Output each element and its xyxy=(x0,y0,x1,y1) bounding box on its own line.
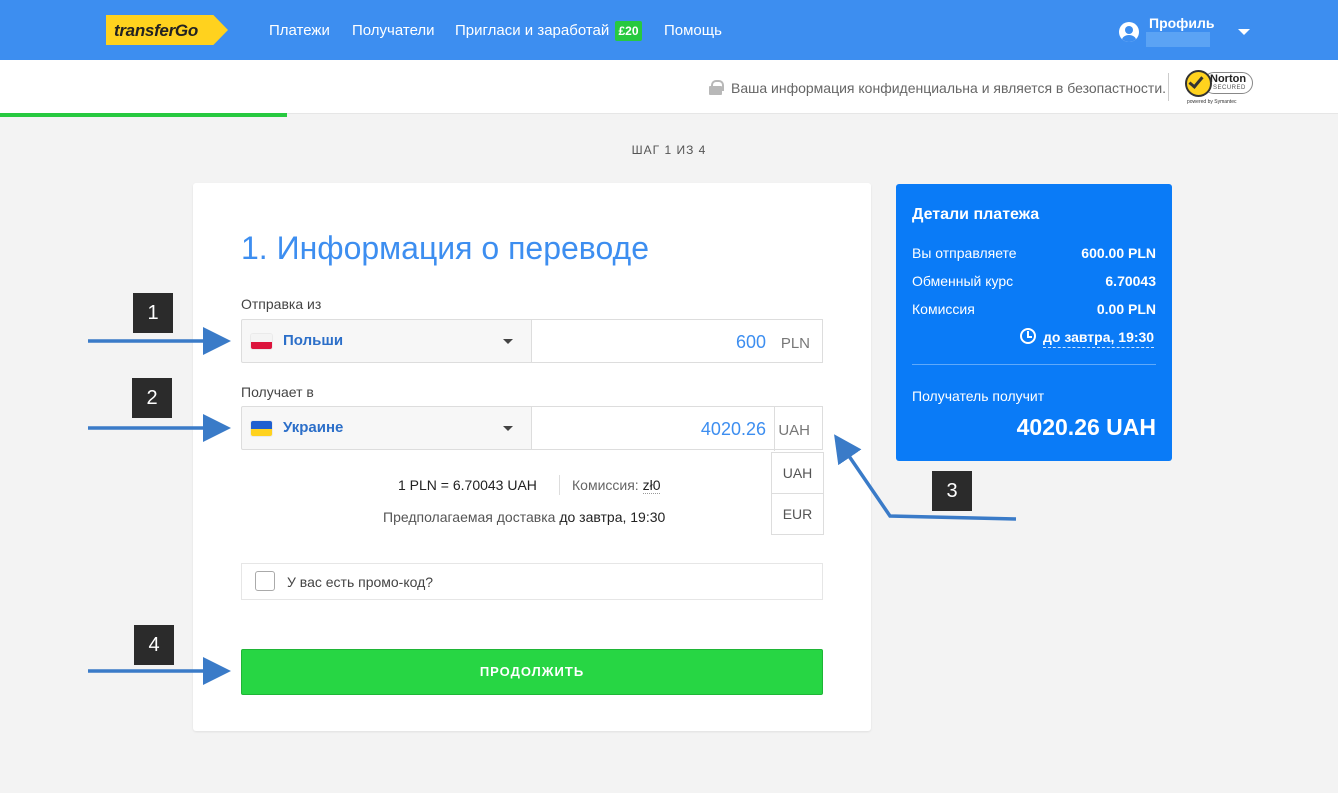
user-icon[interactable] xyxy=(1119,22,1139,42)
step-indicator: ШАГ 1 ИЗ 4 xyxy=(631,143,707,157)
detail-label: Обменный курс xyxy=(912,273,1014,289)
transfergo-logo[interactable]: transferGo xyxy=(106,15,228,45)
profile-name-redacted xyxy=(1146,32,1210,47)
nav-invite-earn[interactable]: Пригласи и заработай xyxy=(455,22,609,39)
delivery-estimate: Предполагаемая доставка до завтра, 19:30 xyxy=(383,509,665,525)
nav-recipients[interactable]: Получатели xyxy=(352,22,435,39)
nav-payments[interactable]: Платежи xyxy=(269,22,330,39)
fee-label: Комиссия: xyxy=(572,477,639,493)
recipient-gets-amount: 4020.26 UAH xyxy=(1016,414,1156,440)
invite-bonus-badge[interactable]: £20 xyxy=(615,21,642,41)
recipient-gets-label: Получатель получит xyxy=(912,388,1045,404)
annotation-number-3: 3 xyxy=(932,471,972,511)
profile-label[interactable]: Профиль xyxy=(1149,15,1215,31)
nav-help[interactable]: Помощь xyxy=(664,22,722,39)
caret-down-icon xyxy=(503,339,513,344)
delivery-label: Предполагаемая доставка xyxy=(383,509,556,525)
divider xyxy=(912,364,1156,365)
receive-in-label: Получает в xyxy=(241,384,314,400)
logo-text: transferGo xyxy=(114,21,198,40)
delivery-value: до завтра, 19:30 xyxy=(559,509,666,525)
norton-name: Norton xyxy=(1210,73,1247,85)
receive-country-select[interactable]: Украине xyxy=(241,406,532,450)
details-title: Детали платежа xyxy=(912,206,1040,223)
currency-selector[interactable] xyxy=(774,407,823,451)
norton-secured-text: SECURED xyxy=(1213,85,1246,91)
annotation-number-2: 2 xyxy=(132,378,172,418)
send-amount-input[interactable]: 600 PLN xyxy=(531,319,823,363)
exchange-rate: 1 PLN = 6.70043 UAH xyxy=(398,477,537,493)
form-heading: 1. Информация о переводе xyxy=(241,230,649,266)
promo-checkbox[interactable] xyxy=(255,571,275,591)
norton-secured-seal: Norton SECURED powered by Symantec xyxy=(1183,69,1255,107)
promo-code-toggle[interactable]: У вас есть промо-код? xyxy=(241,563,823,600)
divider xyxy=(1168,73,1169,101)
norton-powered-text: powered by Symantec xyxy=(1187,99,1237,105)
divider xyxy=(559,475,560,495)
fee-value[interactable]: zł0 xyxy=(642,477,661,494)
send-country-select[interactable]: Польши xyxy=(241,319,532,363)
security-text: Ваша информация конфиденциальна и являет… xyxy=(731,80,1167,96)
detail-value: 600.00 PLN xyxy=(1081,245,1156,261)
chevron-down-icon[interactable] xyxy=(1238,29,1250,35)
detail-label: Комиссия xyxy=(912,301,975,317)
detail-label: Вы отправляете xyxy=(912,245,1017,261)
send-country-value: Польши xyxy=(283,332,344,349)
promo-label: У вас есть промо-код? xyxy=(287,574,434,590)
send-amount-value: 600 xyxy=(735,332,766,352)
payment-details-panel: Детали платежа Вы отправляете 600.00 PLN… xyxy=(896,184,1172,461)
ukraine-flag-icon xyxy=(251,421,272,436)
detail-value: 6.70043 xyxy=(1105,273,1156,289)
clock-icon xyxy=(1020,328,1036,344)
send-from-label: Отправка из xyxy=(241,296,322,312)
send-currency: PLN xyxy=(780,335,810,352)
receive-country-value: Украине xyxy=(283,419,344,436)
detail-value: 0.00 PLN xyxy=(1096,301,1156,317)
fee-info: Комиссия: zł0 xyxy=(572,477,661,494)
receive-amount-value: 4020.26 xyxy=(700,419,766,439)
currency-option-uah[interactable]: UAH xyxy=(772,453,823,494)
lock-icon xyxy=(709,80,724,95)
currency-dropdown: UAH EUR xyxy=(771,452,824,535)
currency-option-eur[interactable]: EUR xyxy=(772,494,823,535)
top-navbar: transferGo Платежи Получатели Пригласи и… xyxy=(0,0,1338,60)
caret-down-icon xyxy=(503,426,513,431)
annotation-number-1: 1 xyxy=(133,293,173,333)
delivery-time[interactable]: до завтра, 19:30 xyxy=(1043,329,1155,348)
continue-button[interactable]: ПРОДОЛЖИТЬ xyxy=(241,649,823,695)
progress-bar xyxy=(0,113,287,117)
poland-flag-icon xyxy=(251,334,272,349)
annotation-number-4: 4 xyxy=(134,625,174,665)
